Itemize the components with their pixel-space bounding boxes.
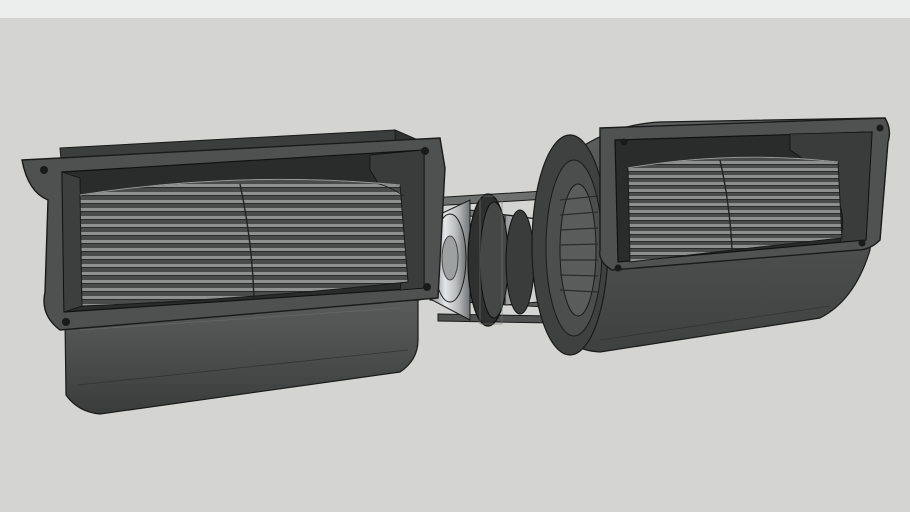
blower-drawing [21,117,891,415]
model-viewer [0,0,910,512]
left-impeller-wheel [79,178,409,307]
top-toolbar-strip [0,0,910,18]
3d-viewport[interactable] [0,18,910,512]
